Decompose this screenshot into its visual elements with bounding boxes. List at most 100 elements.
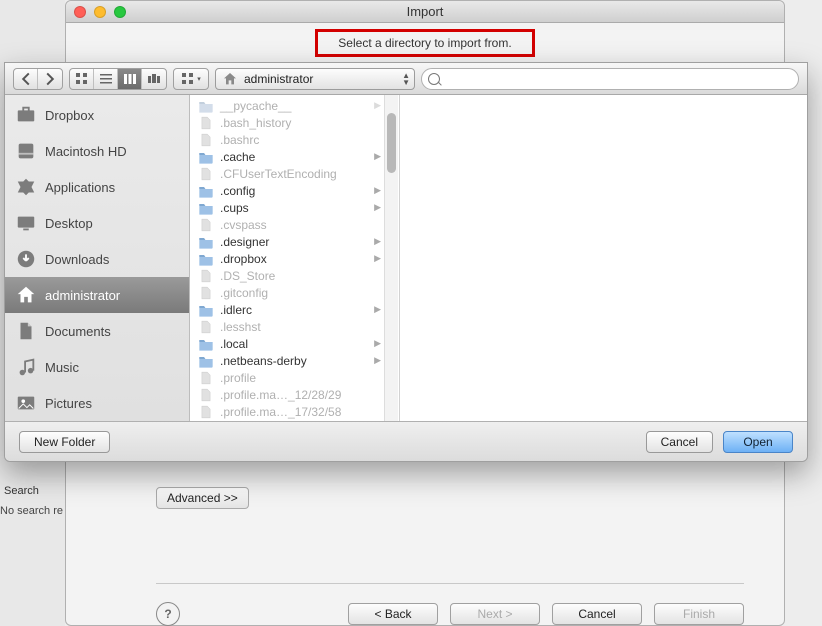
nav-back-forward[interactable]	[13, 68, 63, 90]
arrange-icon[interactable]: ▾	[174, 69, 208, 89]
music-icon	[15, 356, 37, 378]
browser-area: Dropbox Macintosh HD Applications Deskto…	[5, 95, 807, 421]
folder-icon	[198, 99, 214, 113]
chevron-right-icon: ▶	[374, 185, 381, 196]
file-list[interactable]: __pycache__ ▶ .bash_history .bashrc .cac…	[190, 95, 399, 421]
file-icon	[198, 405, 214, 419]
file-row: .profile.ma…_17/32/58	[190, 403, 399, 420]
folder-row[interactable]: .idlerc ▶	[190, 301, 399, 318]
file-row: .DS_Store	[190, 267, 399, 284]
sidebar-item-label: Pictures	[45, 396, 92, 411]
sidebar-item-music[interactable]: Music	[5, 349, 189, 385]
next-button: Next >	[450, 603, 540, 625]
icon-view-icon[interactable]	[70, 69, 94, 89]
chevron-right-icon: ▶	[374, 100, 381, 111]
scrollbar[interactable]	[384, 95, 398, 421]
folder-icon	[198, 184, 214, 198]
folder-icon	[198, 235, 214, 249]
path-dropdown[interactable]: administrator ▲▼	[215, 68, 415, 90]
sidebar-item-label: administrator	[45, 288, 120, 303]
file-icon	[198, 320, 214, 334]
sidebar: Dropbox Macintosh HD Applications Deskto…	[5, 95, 190, 421]
sidebar-item-dropbox[interactable]: Dropbox	[5, 97, 189, 133]
no-search-results: No search re	[0, 505, 65, 517]
column-view-icon[interactable]	[118, 69, 142, 89]
sidebar-item-label: Applications	[45, 180, 115, 195]
folder-row[interactable]: .local ▶	[190, 335, 399, 352]
folder-icon	[198, 201, 214, 215]
sidebar-item-label: Downloads	[45, 252, 109, 267]
back-button[interactable]: < Back	[348, 603, 438, 625]
back-nav-icon[interactable]	[14, 69, 38, 89]
file-name: .lesshst	[220, 320, 261, 334]
arrange-menu[interactable]: ▾	[173, 68, 209, 90]
sidebar-item-label: Documents	[45, 324, 111, 339]
search-input[interactable]	[421, 68, 799, 90]
view-mode-group[interactable]	[69, 68, 167, 90]
sidebar-item-macintosh-hd[interactable]: Macintosh HD	[5, 133, 189, 169]
window-title: Import	[66, 4, 784, 19]
instruction-text: Select a directory to import from.	[315, 29, 534, 57]
sidebar-item-pictures[interactable]: Pictures	[5, 385, 189, 421]
apps-icon	[15, 176, 37, 198]
folder-row[interactable]: .netbeans-derby ▶	[190, 352, 399, 369]
folder-row[interactable]: .designer ▶	[190, 233, 399, 250]
scrollbar-thumb[interactable]	[387, 113, 396, 173]
folder-row[interactable]: .cups ▶	[190, 199, 399, 216]
file-column: __pycache__ ▶ .bash_history .bashrc .cac…	[190, 95, 400, 421]
coverflow-view-icon[interactable]	[142, 69, 166, 89]
file-icon	[198, 371, 214, 385]
folder-row: __pycache__ ▶	[190, 97, 399, 114]
advanced-button[interactable]: Advanced >>	[156, 487, 249, 509]
file-icon	[198, 116, 214, 130]
folder-icon	[198, 303, 214, 317]
forward-nav-icon[interactable]	[38, 69, 62, 89]
dropbox-icon	[15, 104, 37, 126]
file-name: .config	[220, 184, 255, 198]
file-row: .lesshst	[190, 318, 399, 335]
folder-row[interactable]: .config ▶	[190, 182, 399, 199]
finish-button: Finish	[654, 603, 744, 625]
list-view-icon[interactable]	[94, 69, 118, 89]
toolbar: ▾ administrator ▲▼	[5, 63, 807, 95]
folder-row[interactable]: .cache ▶	[190, 148, 399, 165]
file-name: .profile.ma…_12/28/29	[220, 388, 341, 402]
pictures-icon	[15, 392, 37, 414]
sidebar-item-administrator[interactable]: administrator	[5, 277, 189, 313]
file-row: .profile	[190, 369, 399, 386]
chevron-right-icon: ▶	[374, 338, 381, 349]
dialog-cancel-button[interactable]: Cancel	[646, 431, 713, 453]
folder-icon	[198, 337, 214, 351]
folder-row[interactable]: .dropbox ▶	[190, 250, 399, 267]
chevron-right-icon: ▶	[374, 355, 381, 366]
file-row: .gitconfig	[190, 284, 399, 301]
chevron-right-icon: ▶	[374, 304, 381, 315]
sidebar-item-label: Desktop	[45, 216, 93, 231]
sidebar-item-documents[interactable]: Documents	[5, 313, 189, 349]
hdd-icon	[15, 140, 37, 162]
open-button[interactable]: Open	[723, 431, 793, 453]
file-row: .bashrc	[190, 131, 399, 148]
sidebar-item-label: Macintosh HD	[45, 144, 127, 159]
file-name: .bash_history	[220, 116, 291, 130]
sheet-footer: New Folder Cancel Open	[5, 421, 807, 461]
chevron-right-icon: ▶	[374, 151, 381, 162]
desktop-icon	[15, 212, 37, 234]
file-name: .bashrc	[220, 133, 259, 147]
sidebar-item-downloads[interactable]: Downloads	[5, 241, 189, 277]
sidebar-item-desktop[interactable]: Desktop	[5, 205, 189, 241]
help-icon[interactable]: ?	[156, 602, 180, 626]
new-folder-button[interactable]: New Folder	[19, 431, 110, 453]
file-name: .DS_Store	[220, 269, 275, 283]
file-row: .bash_history	[190, 114, 399, 131]
instruction-area: Select a directory to import from.	[66, 23, 784, 63]
file-name: .designer	[220, 235, 269, 249]
file-name: .CFUserTextEncoding	[220, 167, 337, 181]
sidebar-item-label: Music	[45, 360, 79, 375]
home-icon	[15, 284, 37, 306]
cancel-button[interactable]: Cancel	[552, 603, 642, 625]
downloads-icon	[15, 248, 37, 270]
sidebar-item-applications[interactable]: Applications	[5, 169, 189, 205]
file-row: .CFUserTextEncoding	[190, 165, 399, 182]
import-body: Advanced >> ? < Back Next > Cancel Finis…	[156, 461, 744, 626]
